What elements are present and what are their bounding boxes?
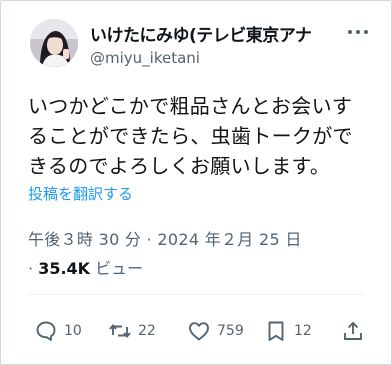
display-name[interactable]: いけたにみゆ(テレビ東京アナ [90,21,337,46]
timestamp[interactable]: 午後３時 30 分 · 2024 年２月 25 日 [28,226,302,250]
reply-icon [36,321,56,341]
avatar[interactable] [30,19,78,67]
translate-post-link[interactable]: 投稿を翻訳する [28,183,133,204]
reply-button[interactable]: 10 [34,319,82,343]
user-handle[interactable]: @miyu_iketani [90,49,200,67]
share-button[interactable] [341,319,365,343]
more-options-button[interactable] [346,24,370,40]
repost-button[interactable]: 22 [108,319,156,343]
tweet-text-line: きるのでよろしくお願いします。 [28,154,331,178]
reply-count: 10 [64,323,82,339]
more-dots-icon [348,30,368,34]
views-count: 35.4K [38,259,91,278]
repost-icon [109,324,131,338]
view-count: · 35.4K ビュー [28,255,143,279]
repost-count: 22 [138,323,156,339]
divider [28,294,365,295]
bookmark-button[interactable]: 12 [264,319,312,343]
profile-photo-icon [30,19,78,67]
views-separator: · [28,259,34,278]
bookmark-icon [268,321,284,341]
views-label: ビュー [95,259,144,278]
heart-icon [189,322,209,341]
like-count: 759 [217,323,244,339]
tweet-text: いつかどこかで粗品さんとお会いす ることができたら、虫歯トークがで きるのでよろ… [28,91,378,181]
tweet-card: いけたにみゆ(テレビ東京アナ @miyu_iketani いつかどこかで粗品さん… [0,0,392,365]
tweet-text-line: いつかどこかで粗品さんとお会いす [28,94,353,118]
share-icon [344,321,362,340]
bookmark-count: 12 [294,323,312,339]
tweet-text-line: ることができたら、虫歯トークがで [28,124,353,148]
like-button[interactable]: 759 [187,319,244,343]
